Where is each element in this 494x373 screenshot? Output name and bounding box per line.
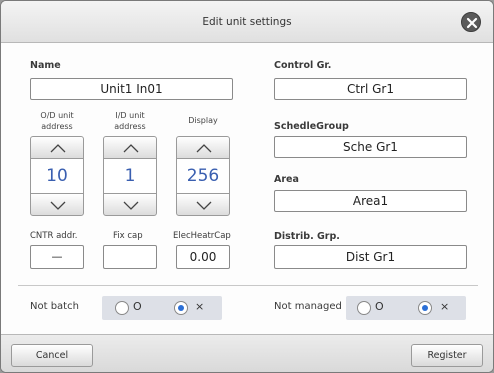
id-address-value[interactable]: 1 [103,159,157,193]
od-address-value[interactable]: 10 [30,159,84,193]
fix-cap-label: Fix cap [113,231,143,241]
chevron-up-icon [196,144,212,153]
not-managed-label: Not managed [274,301,342,312]
not-batch-radio-group: O × [102,296,222,320]
cancel-button[interactable]: Cancel [11,344,93,367]
cntr-addr-field[interactable]: — [30,245,84,269]
name-field[interactable]: Unit1 In01 [30,78,233,100]
not-batch-option-o: O [133,300,142,313]
schedule-group-field[interactable]: Sche Gr1 [274,136,467,158]
not-batch-radio-x[interactable] [174,301,188,315]
not-managed-radio-x[interactable] [418,301,432,315]
control-group-field[interactable]: Ctrl Gr1 [274,78,467,100]
chevron-down-icon [196,201,212,210]
od-address-down-button[interactable] [30,193,84,216]
title-bar: Edit unit settings [1,1,493,43]
chevron-down-icon [50,201,66,210]
id-address-up-button[interactable] [103,136,157,159]
not-managed-radio-group: O × [346,296,466,320]
not-batch-label: Not batch [30,301,79,312]
id-unit-address-label: I/D unit address [114,111,146,131]
distrib-group-field[interactable]: Dist Gr1 [274,245,467,269]
control-group-label: Control Gr. [274,60,332,71]
close-button[interactable] [461,12,481,32]
not-batch-option-x: × [195,300,205,313]
display-label: Display [188,116,218,125]
close-icon [466,17,478,29]
display-value[interactable]: 256 [176,159,230,193]
not-batch-radio-o[interactable] [115,301,129,315]
fix-cap-field[interactable] [103,245,157,269]
schedule-group-label: SchedleGroup [274,121,349,132]
od-address-up-button[interactable] [30,136,84,159]
not-managed-option-x: × [440,300,450,313]
bottom-bar: Cancel Register [1,334,493,372]
dialog-title: Edit unit settings [202,16,292,28]
cntr-addr-label: CNTR addr. [30,231,78,241]
not-managed-radio-o[interactable] [357,301,371,315]
section-divider [18,285,478,286]
area-label: Area [274,174,299,185]
chevron-up-icon [123,144,139,153]
area-field[interactable]: Area1 [274,190,467,212]
id-address-down-button[interactable] [103,193,157,216]
display-down-button[interactable] [176,193,230,216]
distrib-group-label: Distrib. Grp. [274,231,340,242]
display-up-button[interactable] [176,136,230,159]
name-label: Name [30,60,61,71]
register-button[interactable]: Register [411,344,483,367]
chevron-up-icon [50,144,66,153]
not-managed-option-o: O [375,300,384,313]
edit-unit-settings-dialog: Edit unit settings Name Unit1 In01 O/D u… [0,0,494,373]
elec-heatr-cap-label: ElecHeatrCap [173,231,231,241]
od-unit-address-label: O/D unit address [40,111,74,131]
chevron-down-icon [123,201,139,210]
elec-heatr-cap-field[interactable]: 0.00 [176,245,230,269]
